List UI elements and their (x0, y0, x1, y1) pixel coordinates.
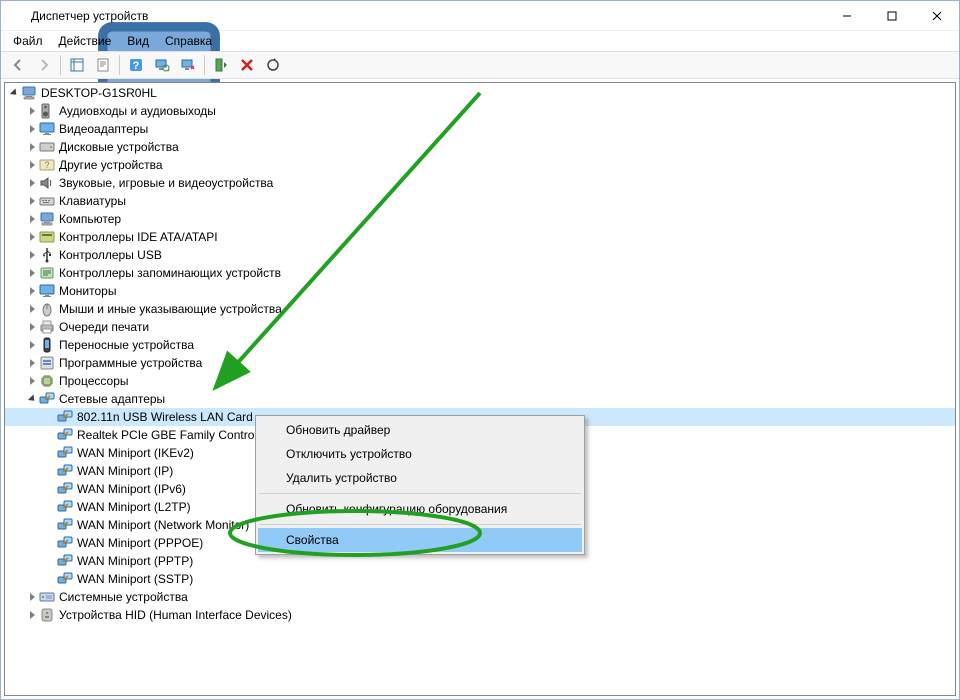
ctx-disable-device[interactable]: Отключить устройство (258, 442, 582, 466)
ctx-properties[interactable]: Свойства (258, 528, 582, 552)
toolbar-separator (204, 55, 205, 75)
keyboard-icon (39, 193, 55, 209)
storage-icon (39, 265, 55, 281)
category-other-devices[interactable]: Другие устройства (5, 156, 955, 174)
network-icon (57, 409, 73, 425)
network-icon (57, 427, 73, 443)
toolbar-separator (60, 55, 61, 75)
category-portable-devices[interactable]: Переносные устройства (5, 336, 955, 354)
toolbar-enable-button[interactable] (209, 53, 233, 77)
menu-action[interactable]: Действие (51, 32, 120, 50)
window-title: Диспетчер устройств (31, 9, 148, 23)
app-icon (9, 8, 25, 24)
speaker-icon (39, 103, 55, 119)
computer-icon (39, 211, 55, 227)
tree-root[interactable]: DESKTOP-G1SR0HL (5, 84, 955, 102)
device-wan-sstp[interactable]: WAN Miniport (SSTP) (5, 570, 955, 588)
menu-view[interactable]: Вид (119, 32, 157, 50)
ctx-separator (259, 493, 581, 494)
toolbar-scan2-button[interactable] (176, 53, 200, 77)
unknown-icon (39, 157, 55, 173)
ctx-update-driver[interactable]: Обновить драйвер (258, 418, 582, 442)
printer-icon (39, 319, 55, 335)
toolbar-help-button[interactable] (124, 53, 148, 77)
network-icon (57, 481, 73, 497)
usb-icon (39, 247, 55, 263)
category-storage-controllers[interactable]: Контроллеры запоминающих устройств (5, 264, 955, 282)
category-monitors[interactable]: Мониторы (5, 282, 955, 300)
portable-icon (39, 337, 55, 353)
category-sound-devices[interactable]: Звуковые, игровые и видеоустройства (5, 174, 955, 192)
network-icon (57, 535, 73, 551)
titlebar: Диспетчер устройств (1, 1, 959, 31)
computer-icon (21, 85, 37, 101)
category-disk-drives[interactable]: Дисковые устройства (5, 138, 955, 156)
category-processors[interactable]: Процессоры (5, 372, 955, 390)
maximize-button[interactable] (869, 1, 914, 31)
system-icon (39, 589, 55, 605)
toolbar-uninstall-button[interactable] (235, 53, 259, 77)
display-icon (39, 121, 55, 137)
cpu-icon (39, 373, 55, 389)
toolbar-separator (119, 55, 120, 75)
close-button[interactable] (914, 1, 959, 31)
toolbar-properties-button[interactable] (91, 53, 115, 77)
device-manager-window: Диспетчер устройств Файл Действие Вид Сп… (0, 0, 960, 700)
menu-help[interactable]: Справка (157, 32, 220, 50)
sound-icon (39, 175, 55, 191)
network-icon (57, 463, 73, 479)
toolbar-refresh-button[interactable] (261, 53, 285, 77)
toolbar-scan-button[interactable] (150, 53, 174, 77)
category-system-devices[interactable]: Системные устройства (5, 588, 955, 606)
minimize-button[interactable] (824, 1, 869, 31)
category-video-adapters[interactable]: Видеоадаптеры (5, 120, 955, 138)
category-software-devices[interactable]: Программные устройства (5, 354, 955, 372)
menubar: Файл Действие Вид Справка (1, 31, 959, 51)
tree-root-label: DESKTOP-G1SR0HL (41, 84, 157, 102)
category-usb-controllers[interactable]: Контроллеры USB (5, 246, 955, 264)
ide-icon (39, 229, 55, 245)
hid-icon (39, 607, 55, 623)
category-print-queues[interactable]: Очереди печати (5, 318, 955, 336)
toolbar-back-button[interactable] (6, 53, 30, 77)
network-icon (57, 499, 73, 515)
mouse-icon (39, 301, 55, 317)
category-computer[interactable]: Компьютер (5, 210, 955, 228)
ctx-separator (259, 524, 581, 525)
category-mice[interactable]: Мыши и иные указывающие устройства (5, 300, 955, 318)
category-ide-controllers[interactable]: Контроллеры IDE ATA/ATAPI (5, 228, 955, 246)
toolbar-forward-button[interactable] (32, 53, 56, 77)
network-icon (57, 445, 73, 461)
category-hid-devices[interactable]: Устройства HID (Human Interface Devices) (5, 606, 955, 624)
device-context-menu: Обновить драйвер Отключить устройство Уд… (255, 415, 585, 555)
category-network-adapters[interactable]: Сетевые адаптеры (5, 390, 955, 408)
disk-icon (39, 139, 55, 155)
network-icon (39, 391, 55, 407)
category-keyboards[interactable]: Клавиатуры (5, 192, 955, 210)
ctx-rescan-hardware[interactable]: Обновить конфигурацию оборудования (258, 497, 582, 521)
network-icon (57, 571, 73, 587)
toolbar-details-button[interactable] (65, 53, 89, 77)
network-icon (57, 553, 73, 569)
menu-file[interactable]: Файл (5, 32, 51, 50)
device-tree-panel[interactable]: DESKTOP-G1SR0HL Аудиовходы и аудиовыходы… (4, 82, 956, 696)
software-icon (39, 355, 55, 371)
toolbar (1, 51, 959, 79)
ctx-remove-device[interactable]: Удалить устройство (258, 466, 582, 490)
display-icon (39, 283, 55, 299)
network-icon (57, 517, 73, 533)
category-audio-io[interactable]: Аудиовходы и аудиовыходы (5, 102, 955, 120)
